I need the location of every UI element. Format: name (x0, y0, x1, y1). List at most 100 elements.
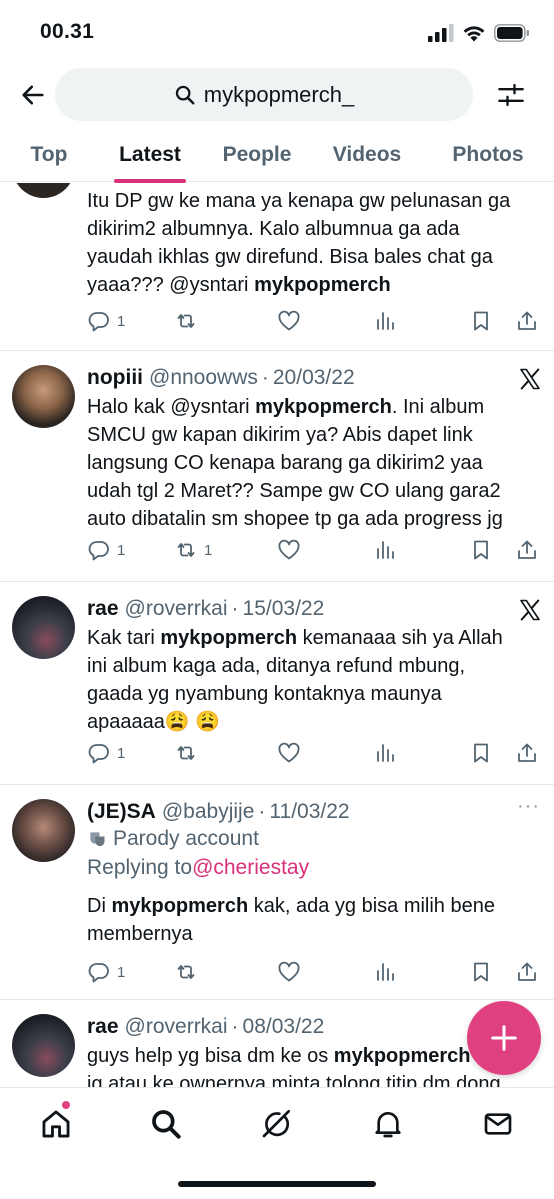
like-button[interactable] (277, 536, 301, 564)
tab-top-label: Top (30, 143, 68, 166)
avatar[interactable] (12, 183, 75, 198)
back-button[interactable] (16, 78, 50, 112)
share-button[interactable] (515, 536, 539, 564)
status-bar: 00.31 (0, 0, 554, 64)
search-filter-button[interactable] (494, 78, 528, 112)
display-name[interactable]: rae (87, 1015, 119, 1039)
search-input[interactable]: mykpopmerch_ (55, 68, 473, 121)
tweet-text-line: ini album kaga ada, ditanya refund mbung… (87, 655, 466, 677)
bottom-navigation (0, 1087, 554, 1199)
reply-button[interactable]: 1 (87, 536, 125, 564)
tab-people[interactable]: People (210, 128, 304, 182)
theater-masks-icon (90, 832, 105, 847)
user-handle[interactable]: @nnoowws (149, 366, 258, 390)
tweet[interactable]: Itu DP gw ke mana ya kenapa gw pelunasan… (0, 183, 554, 351)
views-button[interactable] (374, 307, 398, 335)
tweet[interactable]: nopiii @nnoowws · 20/03/22 Halo kak @ysn… (0, 351, 554, 582)
notification-dot (62, 1101, 70, 1109)
reply-button[interactable]: 1 (87, 307, 125, 335)
display-name[interactable]: rae (87, 597, 119, 621)
tweet-date[interactable]: 08/03/22 (243, 1015, 325, 1039)
like-button[interactable] (277, 307, 301, 335)
user-handle[interactable]: @roverrkai (125, 1015, 228, 1039)
tweet-actions: 1 (87, 307, 547, 335)
bookmark-icon (474, 962, 488, 982)
tweet-actions: 1 (87, 958, 547, 986)
like-button[interactable] (277, 739, 301, 767)
tweet[interactable]: (JE)SA @babyjije · 11/03/22 ··· Parody a… (0, 785, 554, 1000)
tweet-date[interactable]: 15/03/22 (243, 597, 325, 621)
highlight-keyword: mykpopmerch (160, 627, 298, 649)
share-button[interactable] (515, 739, 539, 767)
avatar[interactable] (12, 799, 75, 862)
tab-photos[interactable]: Photos (440, 128, 536, 182)
tweet-text-line: gaada yg nyambung kontaknya maunya (87, 683, 442, 705)
tab-top[interactable]: Top (14, 128, 84, 182)
display-name[interactable]: nopiii (87, 366, 143, 390)
tweet-text-line: yaaa??? @ysntari mykpopmerch (87, 274, 391, 296)
search-header: mykpopmerch_ (0, 64, 554, 128)
user-handle[interactable]: @roverrkai (125, 597, 228, 621)
home-icon (42, 1110, 70, 1138)
share-button[interactable] (515, 307, 539, 335)
reply-icon (88, 744, 109, 764)
views-button[interactable] (374, 739, 398, 767)
avatar[interactable] (12, 596, 75, 659)
views-button[interactable] (374, 536, 398, 564)
status-icons (428, 22, 530, 44)
tweet-feed[interactable]: Itu DP gw ke mana ya kenapa gw pelunasan… (0, 183, 554, 1087)
nav-explore[interactable] (146, 1104, 186, 1144)
cellular-signal-icon (428, 24, 454, 42)
bookmark-button[interactable] (469, 307, 493, 335)
replying-to-handle[interactable]: @cheriestay (192, 856, 309, 880)
tweet-text-line: langsung CO kenapa barang ga dikirim2 ya… (87, 452, 483, 474)
more-options-button[interactable]: ··· (517, 795, 540, 818)
tab-latest[interactable]: Latest (104, 128, 196, 183)
tweet-date[interactable]: 20/03/22 (273, 366, 355, 390)
plus-icon (491, 1025, 517, 1051)
tab-videos-label: Videos (332, 143, 402, 166)
tweet-text: Kak tari mykpopmerch kemanaaa sih ya All… (87, 624, 542, 736)
reply-button[interactable]: 1 (87, 958, 125, 986)
tweet-header: rae @roverrkai · 15/03/22 (87, 594, 534, 624)
display-name[interactable]: (JE)SA (87, 800, 156, 824)
bookmark-button[interactable] (469, 536, 493, 564)
views-button[interactable] (374, 958, 398, 986)
tweet-text-line: Di mykpopmerch kak, ada yg bisa milih be… (87, 895, 495, 917)
repost-button[interactable] (174, 958, 204, 986)
repost-button[interactable] (174, 739, 204, 767)
nav-notifications[interactable] (368, 1104, 408, 1144)
bookmark-button[interactable] (469, 958, 493, 986)
share-icon (518, 962, 536, 981)
tweet-text: Halo kak @ysntari mykpopmerch. Ini album… (87, 393, 542, 533)
user-handle[interactable]: @babyjije (162, 800, 255, 824)
repost-button[interactable]: 1 (174, 536, 212, 564)
repost-button[interactable] (174, 307, 204, 335)
reply-icon (88, 963, 109, 983)
tab-photos-label: Photos (452, 143, 524, 166)
highlight-keyword: mykpopmerch (255, 396, 392, 418)
avatar[interactable] (12, 365, 75, 428)
tweet-date[interactable]: 11/03/22 (269, 800, 349, 824)
tweet-text-line: ig atau ke ownernya minta tolong titip d… (87, 1073, 501, 1087)
x-logo-icon (520, 368, 540, 390)
bookmark-button[interactable] (469, 739, 493, 767)
nav-home[interactable] (36, 1104, 76, 1144)
tweet-text-line: auto dibatalin sm shopee tp ga ada progr… (87, 508, 503, 530)
heart-icon (278, 961, 300, 982)
nav-messages[interactable] (478, 1104, 518, 1144)
tweet[interactable]: rae @roverrkai · 15/03/22 Kak tari mykpo… (0, 582, 554, 785)
reply-button[interactable]: 1 (87, 739, 125, 767)
compose-button[interactable] (467, 1001, 541, 1075)
separator-dot: · (231, 1015, 239, 1038)
avatar[interactable] (12, 1014, 75, 1077)
tweet-text-line: membernya (87, 923, 193, 945)
nav-grok[interactable] (256, 1104, 296, 1144)
views-icon (377, 541, 394, 559)
tab-videos[interactable]: Videos (318, 128, 416, 182)
share-button[interactable] (515, 958, 539, 986)
like-button[interactable] (277, 958, 301, 986)
search-query: mykpopmerch_ (203, 81, 355, 107)
repost-icon (177, 543, 195, 557)
separator-dot: · (258, 800, 266, 823)
